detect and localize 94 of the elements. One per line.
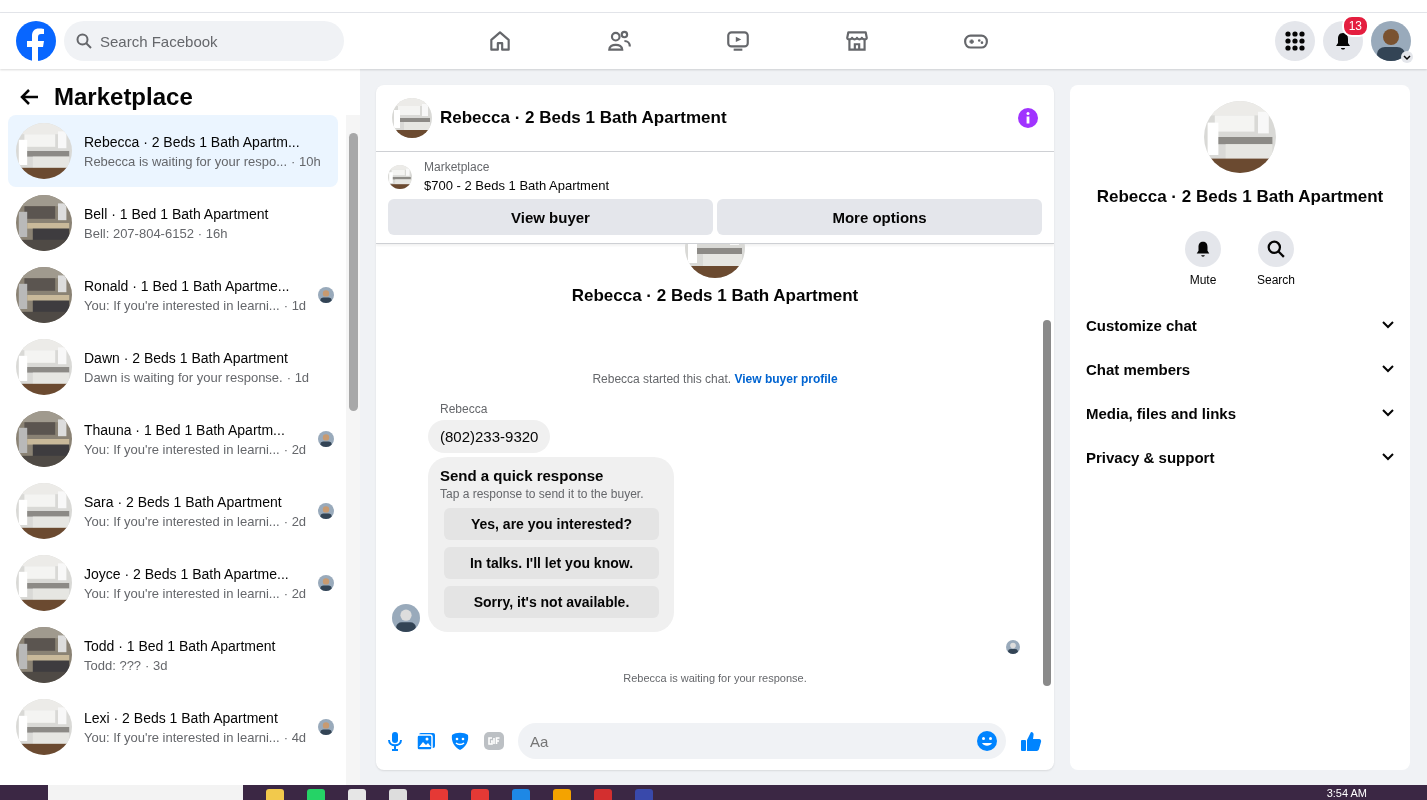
conversation-title: Thauna · 1 Bed 1 Bath Apartm... bbox=[84, 421, 286, 438]
message-preview: Todd: ??? bbox=[84, 657, 142, 673]
emoji-icon[interactable] bbox=[976, 730, 998, 752]
profile-button[interactable] bbox=[1371, 21, 1411, 61]
message-preview: Bell: 207-804-6152 bbox=[84, 225, 194, 241]
taskbar-app-icon[interactable] bbox=[471, 789, 489, 800]
search-icon bbox=[76, 33, 92, 49]
message-time: · 2d bbox=[283, 513, 307, 529]
chat-started-note: Rebecca started this chat. View buyer profile bbox=[591, 372, 839, 386]
bell-icon bbox=[1333, 31, 1353, 51]
page-title: Marketplace bbox=[54, 83, 193, 111]
quick-response-hint: Tap a response to send it to the buyer. bbox=[440, 487, 645, 501]
message-preview: You: If you're interested in learni... bbox=[84, 297, 280, 313]
conversation-item[interactable]: Ronald · 1 Bed 1 Bath Apartme... You: If you're interested in learni... · 1d bbox=[8, 259, 338, 331]
chevron-icon bbox=[1382, 453, 1394, 461]
listing-title: $700 - 2 Beds 1 Bath Apartment bbox=[424, 178, 609, 193]
taskbar-app-icon[interactable] bbox=[389, 789, 407, 800]
quick-response-button[interactable]: Sorry, it's not available. bbox=[444, 586, 659, 618]
clock: 3:54 AM bbox=[1326, 786, 1367, 799]
message-time: · 2d bbox=[283, 585, 307, 601]
conversation-title: Rebecca · 2 Beds 1 Bath Apartm... bbox=[84, 133, 301, 150]
conversation-item[interactable]: Todd · 1 Bed 1 Bath Apartment Todd: ??? · 3d bbox=[8, 619, 338, 691]
conversation-title: Dawn · 2 Beds 1 Bath Apartment bbox=[84, 349, 289, 366]
message-preview: You: If you're interested in learni... bbox=[84, 513, 280, 529]
message-time: · 10h bbox=[291, 153, 321, 169]
taskbar-app-icon[interactable] bbox=[307, 789, 325, 800]
search-field[interactable]: Search Facebook bbox=[64, 21, 344, 61]
conversation-item[interactable]: Lexi · 2 Beds 1 Bath Apartment You: If you're interested in learni... · 4d bbox=[8, 691, 338, 763]
conversation-title: Ronald · 1 Bed 1 Bath Apartme... bbox=[84, 277, 291, 294]
scrollbar-thumb[interactable] bbox=[349, 133, 358, 411]
photo-icon[interactable] bbox=[416, 731, 436, 751]
message-preview: You: If you're interested in learni... bbox=[84, 441, 280, 457]
taskbar-app-icon[interactable] bbox=[594, 789, 612, 800]
info-icon[interactable] bbox=[1018, 108, 1038, 128]
conversation-title: Lexi · 2 Beds 1 Bath Apartment bbox=[84, 709, 279, 726]
conversation-item[interactable]: Sara · 2 Beds 1 Bath Apartment You: If you're interested in learni... · 2d bbox=[8, 475, 338, 547]
conversation-item[interactable]: Thauna · 1 Bed 1 Bath Apartm... You: If you're interested in learni... · 2d bbox=[8, 403, 338, 475]
gif-icon[interactable] bbox=[484, 732, 504, 750]
notification-badge: 13 bbox=[1341, 15, 1369, 37]
taskbar-app-icon[interactable] bbox=[348, 789, 366, 800]
search-icon bbox=[1267, 240, 1285, 258]
chat-title: Rebecca · 2 Beds 1 Bath Apartment bbox=[440, 108, 728, 128]
thumbs-up-icon[interactable] bbox=[1020, 730, 1042, 752]
taskbar-app-icon[interactable] bbox=[512, 789, 530, 800]
waiting-note: Rebecca is waiting for your response. bbox=[622, 672, 808, 684]
message-preview: You: If you're interested in learni... bbox=[84, 585, 280, 601]
action-button[interactable]: More options bbox=[717, 199, 1042, 235]
logo-icon[interactable] bbox=[16, 21, 56, 61]
action-button[interactable]: View buyer bbox=[388, 199, 713, 235]
chevron-icon bbox=[1382, 409, 1394, 417]
buyer-profile-link[interactable]: View buyer profile bbox=[734, 372, 838, 386]
message-time: · 2d bbox=[283, 441, 307, 457]
section-toggle[interactable]: Chat members bbox=[1070, 347, 1410, 391]
message-field[interactable]: Aa bbox=[518, 723, 1006, 759]
back-arrow-icon[interactable] bbox=[20, 87, 40, 107]
message-preview: Rebecca is waiting for your respo... bbox=[84, 153, 288, 169]
taskbar-app-icon[interactable] bbox=[430, 789, 448, 800]
grid-icon bbox=[1285, 31, 1305, 51]
conversation-title: Joyce · 2 Beds 1 Bath Apartme... bbox=[84, 565, 290, 582]
conversation-item[interactable]: Dawn · 2 Beds 1 Bath Apartment Dawn is waiting for your response. · 1d bbox=[8, 331, 338, 403]
chat-intro-title: Rebecca · 2 Beds 1 Bath Apartment bbox=[571, 286, 859, 306]
sticker-icon[interactable] bbox=[450, 731, 470, 751]
quick-response-button[interactable]: Yes, are you interested? bbox=[444, 508, 659, 540]
apps-menu-button[interactable] bbox=[1275, 21, 1315, 61]
chevron-icon bbox=[1382, 365, 1394, 373]
quick-response-title: Send a quick response bbox=[440, 467, 605, 484]
conversation-title: Bell · 1 Bed 1 Bath Apartment bbox=[84, 205, 270, 222]
microphone-icon[interactable] bbox=[388, 731, 402, 751]
section-toggle[interactable]: Media, files and links bbox=[1070, 391, 1410, 435]
message-time: · 16h bbox=[197, 225, 228, 241]
listing-label: Marketplace bbox=[424, 160, 491, 174]
conversation-item[interactable]: Rebecca · 2 Beds 1 Bath Apartm... Rebecca is waiting for your respo... · 10h bbox=[8, 115, 338, 187]
sender-name: Rebecca bbox=[440, 402, 489, 416]
message-time: · 1d bbox=[286, 369, 310, 385]
section-toggle[interactable]: Customize chat bbox=[1070, 303, 1410, 347]
message-time: · 3d bbox=[145, 657, 168, 673]
taskbar-app-icon[interactable] bbox=[266, 789, 284, 800]
conversation-title: Sara · 2 Beds 1 Bath Apartment bbox=[84, 493, 283, 510]
taskbar-app-icon[interactable] bbox=[553, 789, 571, 800]
chevron-down-icon bbox=[1401, 51, 1413, 63]
section-toggle[interactable]: Privacy & support bbox=[1070, 435, 1410, 479]
bell-icon bbox=[1194, 240, 1212, 258]
message-bubble: (802)233-9320 bbox=[428, 420, 551, 453]
quick-response-button[interactable]: In talks. I'll let you know. bbox=[444, 547, 659, 579]
conversation-title: Todd · 1 Bed 1 Bath Apartment bbox=[84, 637, 277, 654]
message-preview: Dawn is waiting for your response. bbox=[84, 369, 283, 385]
conversation-item[interactable]: Joyce · 2 Beds 1 Bath Apartme... You: If you're interested in learni... · 2d bbox=[8, 547, 338, 619]
message-time: · 4d bbox=[283, 729, 307, 745]
conversation-item[interactable]: Bell · 1 Bed 1 Bath Apartment Bell: 207-804-6152 · 16h bbox=[8, 187, 338, 259]
message-preview: You: If you're interested in learni... bbox=[84, 729, 280, 745]
message-time: · 1d bbox=[283, 297, 307, 313]
details-title: Rebecca · 2 Beds 1 Bath Apartment bbox=[1096, 187, 1384, 207]
chevron-icon bbox=[1382, 321, 1394, 329]
scrollbar-thumb[interactable] bbox=[1043, 320, 1051, 686]
